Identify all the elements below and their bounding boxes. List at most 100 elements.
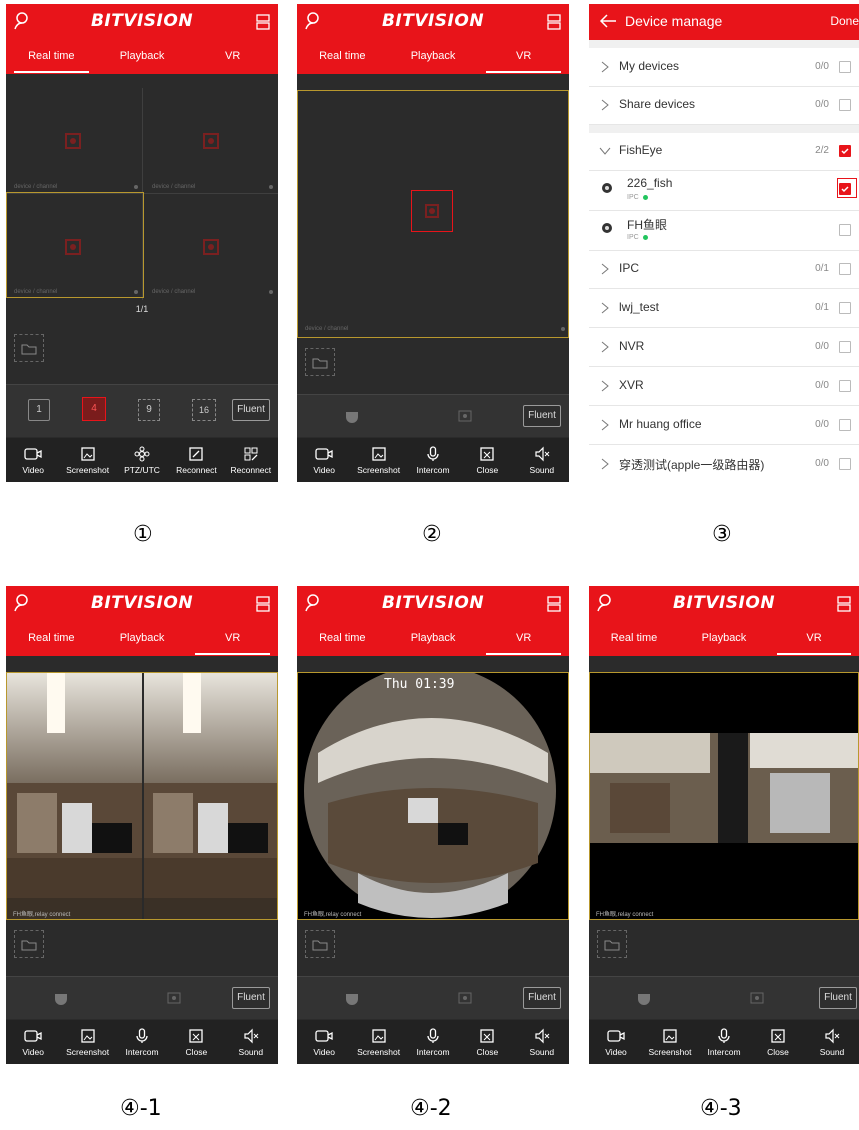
recordings-folder-icon[interactable] [305,348,335,376]
sound-button[interactable]: Sound [515,1020,569,1064]
screenshot-button[interactable]: Screenshot [351,1020,405,1064]
screenshot-button[interactable]: Screenshot [60,438,114,482]
device-list-icon[interactable] [547,596,561,612]
layout-9-label: 9 [146,404,152,415]
tab-real-time[interactable]: Real time [6,622,97,656]
screenshot-button[interactable]: Screenshot [643,1020,697,1064]
fisheye-camera-icon[interactable] [637,991,651,1005]
video-button[interactable]: Video [6,1020,60,1064]
sound-button[interactable]: Sound [515,438,569,482]
recordings-folder-icon[interactable] [597,930,627,958]
tab-real-time[interactable]: Real time [589,622,679,656]
device-list-icon[interactable] [256,14,270,30]
intercom-button[interactable]: Intercom [406,438,460,482]
recordings-folder-icon[interactable] [14,930,44,958]
tab-vr[interactable]: VR [187,40,278,74]
device-list-icon[interactable] [256,596,270,612]
reconnect-button[interactable]: Reconnect [169,438,223,482]
device-checkbox-checked[interactable] [839,183,851,195]
vr-video-window[interactable]: Thu 01:39 FH鱼眼,relay connect [297,672,569,920]
stream-quality-button[interactable]: Fluent [523,987,561,1009]
group-row-xvr[interactable]: XVR 0/0 [589,367,859,406]
sound-button[interactable]: Sound [224,1020,278,1064]
group-checkbox[interactable] [839,61,851,73]
tab-real-time[interactable]: Real time [297,622,388,656]
done-button[interactable]: Done [830,14,859,28]
group-row-mr-huang-office[interactable]: Mr huang office 0/0 [589,406,859,445]
layout-9-button[interactable]: 9 [138,399,160,421]
tab-playback[interactable]: Playback [97,622,188,656]
tab-real-time[interactable]: Real time [6,40,97,74]
group-checkbox[interactable] [839,380,851,392]
vr-mode-icon[interactable] [457,409,473,423]
video-button[interactable]: Video [297,438,351,482]
group-row-ipc[interactable]: IPC 0/1 [589,250,859,289]
group-checkbox[interactable] [839,302,851,314]
stream-quality-button[interactable]: Fluent [523,405,561,427]
tab-playback[interactable]: Playback [679,622,769,656]
intercom-button[interactable]: Intercom [697,1020,751,1064]
group-checkbox[interactable] [839,263,851,275]
screenshot-button[interactable]: Screenshot [60,1020,114,1064]
group-checkbox-checked[interactable] [839,145,851,157]
video-button[interactable]: Video [6,438,60,482]
device-checkbox[interactable] [839,224,851,236]
recordings-folder-icon[interactable] [14,334,44,362]
sound-button[interactable]: Sound [805,1020,859,1064]
group-checkbox[interactable] [839,99,851,111]
close-button[interactable]: Close [751,1020,805,1064]
fisheye-camera-icon[interactable] [345,409,359,423]
device-list-icon[interactable] [837,596,851,612]
recordings-folder-icon[interactable] [305,930,335,958]
stream-quality-button[interactable]: Fluent [819,987,857,1009]
group-row-my-devices[interactable]: My devices 0/0 [589,48,859,87]
group-row-nvr[interactable]: NVR 0/0 [589,328,859,367]
vr-video-window[interactable]: FH鱼眼,relay connect [6,672,278,920]
vr-mode-icon[interactable] [749,991,765,1005]
group-checkbox[interactable] [839,419,851,431]
camera-placeholder-icon[interactable] [64,132,82,150]
video-button[interactable]: Video [297,1020,351,1064]
tab-real-time[interactable]: Real time [297,40,388,74]
reconnect-all-button[interactable]: Reconnect [224,438,278,482]
close-button[interactable]: Close [460,1020,514,1064]
camera-placeholder-icon[interactable] [202,132,220,150]
group-checkbox[interactable] [839,458,851,470]
close-button[interactable]: Close [169,1020,223,1064]
group-row-lwj-test[interactable]: lwj_test 0/1 [589,289,859,328]
camera-placeholder-icon[interactable] [64,238,82,256]
tab-playback[interactable]: Playback [97,40,188,74]
tab-vr[interactable]: VR [478,622,569,656]
fisheye-camera-icon[interactable] [54,991,68,1005]
ptz-button[interactable]: PTZ/UTC [115,438,169,482]
layout-4-button[interactable]: 4 [82,397,106,421]
add-camera-button[interactable] [411,190,453,232]
group-row-fisheye[interactable]: FishEye 2/2 [589,132,859,171]
device-row-226-fish[interactable]: 226_fish IPC [589,170,859,211]
screenshot-button[interactable]: Screenshot [351,438,405,482]
tab-vr[interactable]: VR [478,40,569,74]
group-checkbox[interactable] [839,341,851,353]
layout-16-button[interactable]: 16 [192,399,216,421]
intercom-button[interactable]: Intercom [115,1020,169,1064]
group-row-penetration-test[interactable]: 穿透测试(apple一级路由器) 0/0 [589,445,859,472]
device-list-icon[interactable] [547,14,561,30]
fisheye-camera-icon[interactable] [345,991,359,1005]
camera-placeholder-icon[interactable] [202,238,220,256]
tab-vr[interactable]: VR [769,622,859,656]
device-row-fh-fisheye[interactable]: FH鱼眼 IPC [589,210,859,251]
close-button[interactable]: Close [460,438,514,482]
tab-playback[interactable]: Playback [388,40,479,74]
stream-quality-button[interactable]: Fluent [232,987,270,1009]
stream-quality-button[interactable]: Fluent [232,399,270,421]
back-arrow-icon[interactable] [599,13,617,29]
layout-1-button[interactable]: 1 [28,399,50,421]
vr-mode-icon[interactable] [457,991,473,1005]
vr-video-window[interactable]: FH鱼眼,relay connect [589,672,859,920]
intercom-button[interactable]: Intercom [406,1020,460,1064]
video-button[interactable]: Video [589,1020,643,1064]
vr-mode-icon[interactable] [166,991,182,1005]
tab-playback[interactable]: Playback [388,622,479,656]
group-row-share-devices[interactable]: Share devices 0/0 [589,86,859,125]
tab-vr[interactable]: VR [187,622,278,656]
